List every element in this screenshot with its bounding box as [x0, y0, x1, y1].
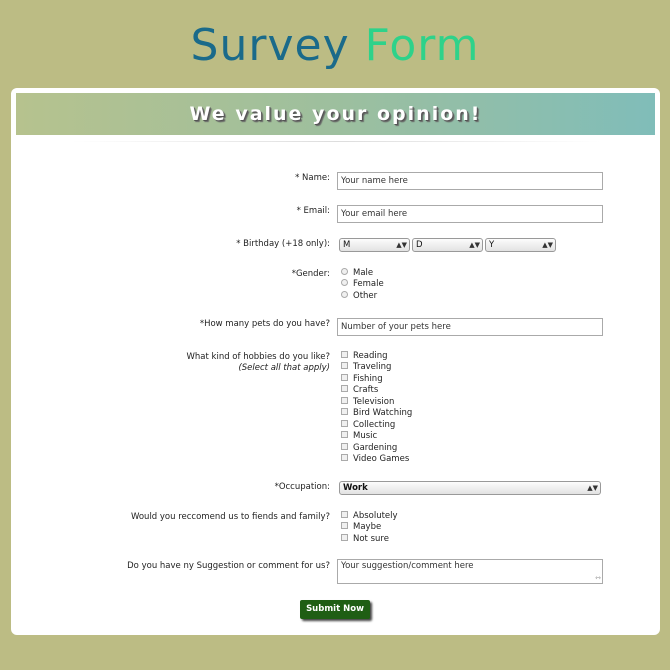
- chevron-updown-icon: ▲▼: [469, 241, 480, 249]
- title-word-survey: Survey: [190, 20, 350, 71]
- option-label: Reading: [353, 351, 388, 361]
- recommend-option-not-sure[interactable]: Not sure: [341, 534, 389, 545]
- option-label: Gardening: [353, 443, 398, 453]
- gender-option-male[interactable]: Male: [341, 268, 373, 279]
- checkbox[interactable]: [341, 351, 348, 358]
- checkbox[interactable]: [341, 408, 348, 415]
- birthday-year-value: Y: [489, 240, 495, 250]
- option-label: Male: [353, 268, 374, 278]
- chevron-updown-icon: ▲▼: [542, 241, 553, 249]
- chevron-updown-icon: ▲▼: [587, 484, 598, 492]
- birthday-month-select[interactable]: M ▲▼: [339, 238, 410, 252]
- hobby-option-reading[interactable]: Reading: [341, 351, 388, 362]
- option-label: Music: [353, 431, 378, 441]
- hobby-option-television[interactable]: Television: [341, 397, 394, 408]
- checkbox[interactable]: [341, 397, 348, 404]
- occupation-select[interactable]: Work ▲▼: [339, 481, 601, 495]
- hobby-option-traveling[interactable]: Traveling: [341, 362, 391, 373]
- hobby-option-music[interactable]: Music: [341, 431, 377, 442]
- checkbox[interactable]: [341, 443, 348, 450]
- option-label: Bird Watching: [353, 408, 413, 418]
- checkbox[interactable]: [341, 385, 348, 392]
- hobbies-hint: (Select all that apply): [238, 363, 330, 373]
- option-label: Television: [353, 397, 395, 407]
- pets-label: *How many pets do you have?: [199, 319, 330, 329]
- gender-label: *Gender:: [291, 269, 330, 279]
- option-label: Not sure: [353, 534, 389, 544]
- banner: We value your opinion!: [16, 93, 655, 135]
- birthday-day-select[interactable]: D ▲▼: [412, 238, 483, 252]
- email-input[interactable]: [337, 205, 603, 223]
- radio-button[interactable]: [341, 268, 348, 275]
- name-label: * Name:: [295, 173, 330, 183]
- survey-form: We value your opinion! * Name: * Email: …: [11, 88, 660, 635]
- checkbox[interactable]: [341, 511, 348, 518]
- recommend-option-absolutely[interactable]: Absolutely: [341, 511, 398, 522]
- gender-option-other[interactable]: Other: [341, 291, 377, 302]
- checkbox[interactable]: [341, 534, 348, 541]
- resize-handle-icon[interactable]: ⇿: [595, 575, 601, 582]
- name-input[interactable]: [337, 172, 603, 190]
- recommend-label: Would you reccomend us to fiends and fam…: [130, 512, 330, 522]
- option-label: Absolutely: [353, 511, 398, 521]
- birthday-label: * Birthday (+18 only):: [236, 239, 330, 249]
- title-word-form: Form: [364, 20, 480, 71]
- checkbox[interactable]: [341, 522, 348, 529]
- hobby-option-bird-watching[interactable]: Bird Watching: [341, 408, 412, 419]
- birthday-year-select[interactable]: Y ▲▼: [485, 238, 556, 252]
- option-label: Collecting: [353, 420, 396, 430]
- suggestion-label: Do you have ny Suggestion or comment for…: [127, 561, 330, 571]
- banner-text: We value your opinion!: [189, 103, 482, 125]
- radio-button[interactable]: [341, 279, 348, 286]
- checkbox[interactable]: [341, 362, 348, 369]
- chevron-updown-icon: ▲▼: [396, 241, 407, 249]
- birthday-month-value: M: [343, 240, 351, 250]
- pets-input[interactable]: [337, 318, 603, 336]
- option-label: Female: [353, 279, 384, 289]
- gender-option-female[interactable]: Female: [341, 279, 384, 290]
- hobby-option-crafts[interactable]: Crafts: [341, 385, 378, 396]
- option-label: Traveling: [353, 362, 392, 372]
- option-label: Fishing: [353, 374, 383, 384]
- radio-button[interactable]: [341, 291, 348, 298]
- option-label: Other: [353, 291, 378, 301]
- occupation-value: Work: [343, 483, 368, 493]
- option-label: Maybe: [353, 522, 382, 532]
- email-label: * Email:: [296, 206, 330, 216]
- recommend-option-maybe[interactable]: Maybe: [341, 522, 381, 533]
- checkbox[interactable]: [341, 431, 348, 438]
- birthday-day-value: D: [416, 240, 423, 250]
- hobby-option-video-games[interactable]: Video Games: [341, 454, 409, 465]
- checkbox[interactable]: [341, 420, 348, 427]
- checkbox[interactable]: [341, 454, 348, 461]
- hobby-option-fishing[interactable]: Fishing: [341, 374, 383, 385]
- suggestion-placeholder: Your suggestion/comment here: [341, 561, 474, 571]
- occupation-label: *Occupation:: [274, 482, 330, 492]
- option-label: Crafts: [353, 385, 379, 395]
- divider: [71, 141, 601, 142]
- hobby-option-collecting[interactable]: Collecting: [341, 420, 395, 431]
- hobby-option-gardening[interactable]: Gardening: [341, 443, 397, 454]
- option-label: Video Games: [353, 454, 410, 464]
- suggestion-textarea[interactable]: Your suggestion/comment here ⇿: [337, 559, 603, 584]
- submit-button[interactable]: Submit Now: [300, 600, 370, 619]
- checkbox[interactable]: [341, 374, 348, 381]
- hobbies-label: What kind of hobbies do you like?: [186, 352, 331, 362]
- page-title: Survey Form: [0, 18, 670, 74]
